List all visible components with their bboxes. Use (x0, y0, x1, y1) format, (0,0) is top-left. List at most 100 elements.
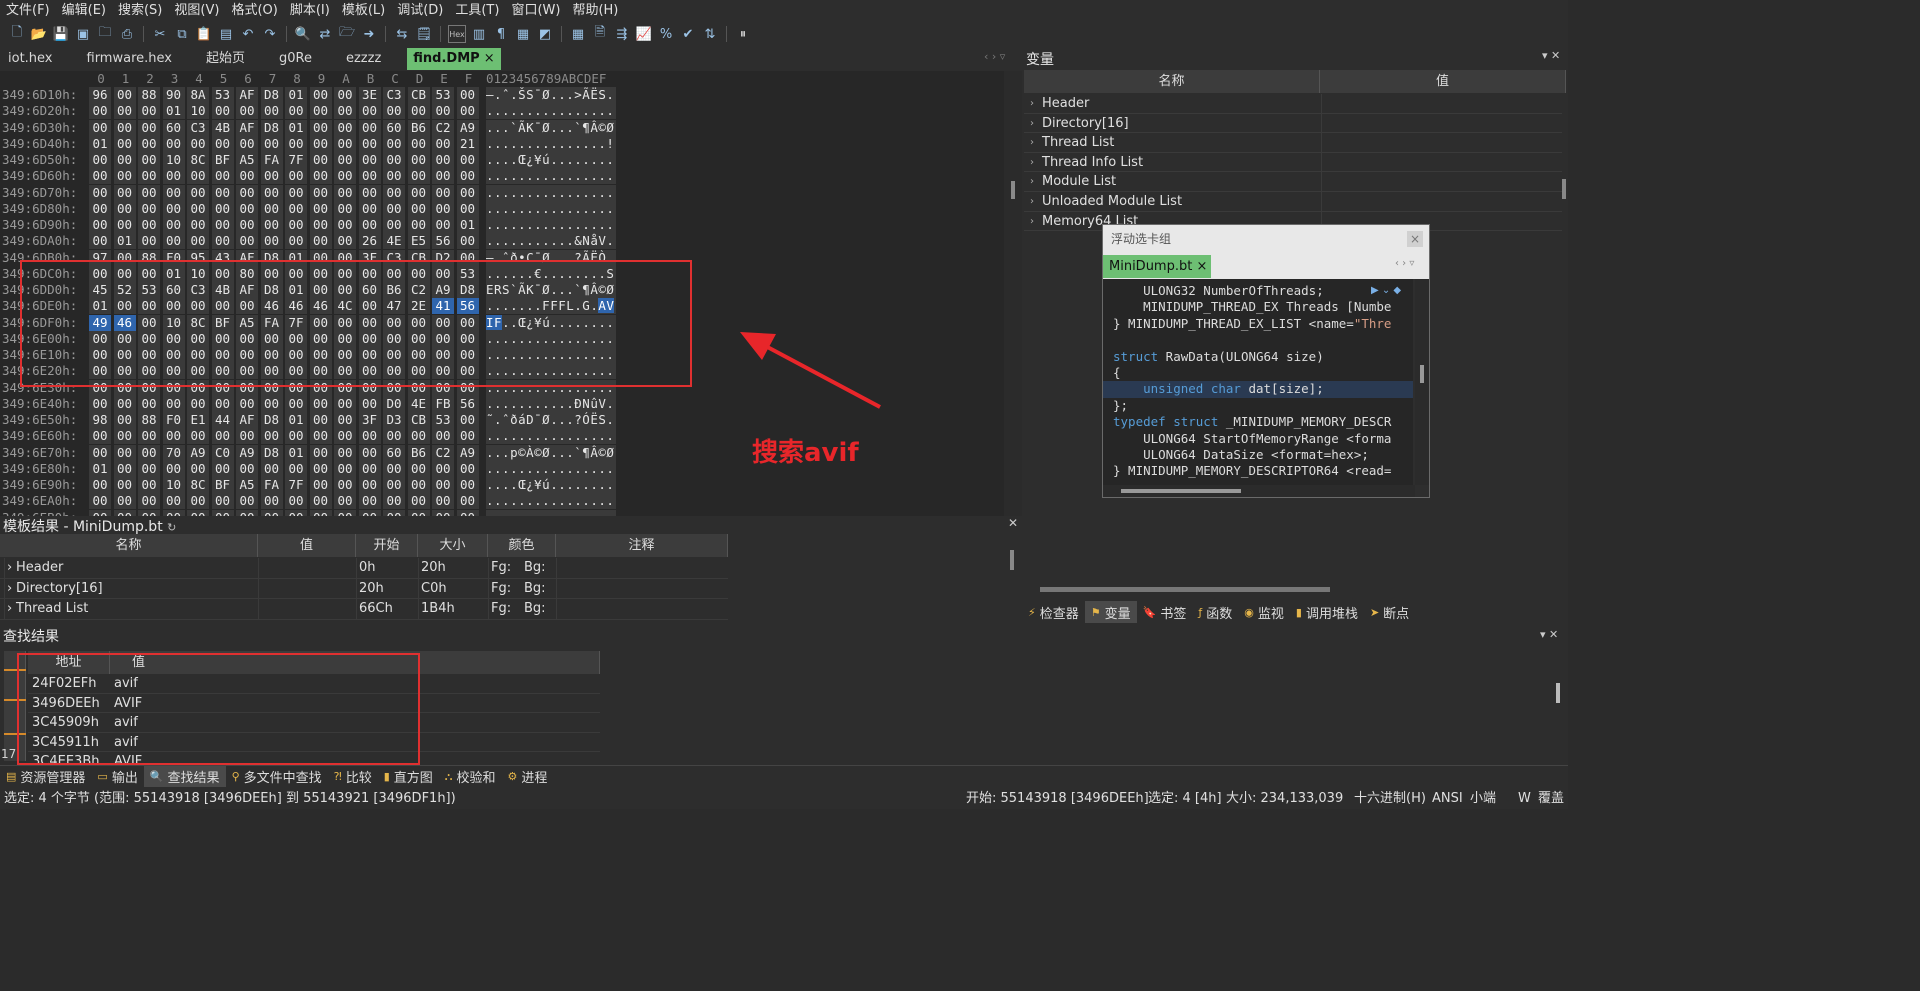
hex-byte[interactable]: 00 (260, 135, 283, 152)
hex-byte[interactable]: 00 (358, 477, 381, 494)
hex-ascii[interactable]: ................ (486, 184, 616, 201)
hex-byte[interactable]: 00 (334, 168, 356, 185)
hex-byte[interactable]: C2 (432, 444, 454, 461)
hex-byte[interactable]: 00 (383, 103, 405, 120)
hex-byte[interactable]: D8 (260, 444, 283, 461)
status-endian[interactable]: 小端 (1470, 788, 1496, 809)
var-tab[interactable]: ▮ 调用堆栈 (1290, 601, 1364, 623)
hex-byte[interactable]: A5 (236, 477, 258, 494)
menu-item[interactable]: 视图(V) (168, 0, 225, 22)
find-icon[interactable]: 🔍 (294, 25, 312, 43)
hex-byte[interactable]: 01 (89, 135, 111, 152)
hex-byte[interactable]: 00 (138, 395, 160, 412)
hex-byte[interactable]: 00 (113, 119, 136, 136)
hex-byte[interactable]: 00 (113, 184, 136, 201)
file-tab[interactable]: 起始页 (198, 48, 253, 70)
hex-ascii[interactable]: ....Œ¿¥ú........ (486, 477, 616, 494)
hex-byte[interactable]: 00 (162, 200, 185, 217)
hex-byte[interactable]: 00 (236, 233, 258, 250)
hex-byte[interactable]: 00 (236, 428, 258, 445)
hex-byte[interactable]: 00 (309, 200, 332, 217)
status-mode[interactable]: 十六进制(H) (1354, 788, 1426, 809)
hex-byte[interactable]: 00 (358, 395, 381, 412)
expand-arrow-icon[interactable]: › (1030, 133, 1034, 153)
hex-byte[interactable]: 00 (456, 103, 479, 120)
hex-byte[interactable]: 8C (187, 152, 209, 169)
hex-byte[interactable]: 00 (89, 428, 111, 445)
template-row[interactable]: › Directory[16] 20h C0h Fg: Bg: (0, 578, 728, 600)
hex-byte[interactable]: BF (211, 477, 234, 494)
hex-byte[interactable]: 00 (334, 460, 356, 477)
hex-byte[interactable]: 00 (187, 233, 209, 250)
code-toolbar-icon[interactable]: ▶ ⌄ ◆ (1371, 285, 1401, 296)
hex-byte[interactable]: 00 (285, 200, 307, 217)
hex-byte[interactable]: 00 (138, 233, 160, 250)
hex-row[interactable]: 349:6D30h: 00 00 00 60 C3 4B AF D8 01 00 00 00 60 B6 C2… (0, 119, 620, 136)
bottom-tab[interactable]: ⛬ 校验和 (439, 766, 502, 787)
hex-byte[interactable]: 4B (211, 119, 234, 136)
hex-byte[interactable]: 00 (358, 217, 381, 234)
hex-byte[interactable]: 00 (383, 428, 405, 445)
hex-byte[interactable]: 00 (236, 395, 258, 412)
expand-arrow-icon[interactable]: › (1030, 192, 1034, 212)
hex-ascii[interactable]: –.ˆ.ŠS¯Ø...>ÃËS. (486, 87, 616, 104)
find-scrollbar[interactable] (1556, 683, 1560, 703)
hex-byte[interactable]: 00 (309, 135, 332, 152)
hex-byte[interactable]: 00 (407, 477, 430, 494)
panel-menu-icon[interactable]: ▾ ✕ (1540, 628, 1558, 641)
var-tab[interactable]: 🔖 书签 (1137, 601, 1193, 623)
columns-icon[interactable]: ▦ (514, 25, 532, 43)
hex-ascii[interactable]: ................ (486, 168, 616, 185)
hex-byte[interactable]: 00 (162, 168, 185, 185)
hex-byte[interactable]: 00 (383, 493, 405, 510)
hex-byte[interactable]: 00 (260, 233, 283, 250)
expand-arrow-icon[interactable]: › (1030, 153, 1034, 173)
hex-byte[interactable]: 00 (260, 103, 283, 120)
template-row[interactable]: › Header 0h 20h Fg: Bg: (0, 558, 728, 579)
hex-byte[interactable]: 01 (285, 87, 307, 104)
hex-byte[interactable]: 01 (162, 103, 185, 120)
hex-byte[interactable]: 00 (138, 428, 160, 445)
hex-row[interactable]: 349:6D40h: 01 00 00 00 00 00 00 00 00 00 00 00 00 00 00… (0, 135, 620, 152)
hex-byte[interactable]: 00 (432, 493, 454, 510)
hex-row[interactable]: 349:6E70h: 00 00 00 70 A9 C0 A9 D8 01 00 00 00 60 B6 C2… (0, 444, 620, 461)
hex-row[interactable]: 349:6EA0h: 00 00 00 00 00 00 00 00 00 00 00 00 00 00 00… (0, 493, 620, 510)
hex-byte[interactable]: 00 (334, 152, 356, 169)
hex-byte[interactable]: 00 (309, 477, 332, 494)
hex-byte[interactable]: 00 (432, 135, 454, 152)
hex-byte[interactable]: 10 (187, 103, 209, 120)
hex-byte[interactable]: 00 (334, 395, 356, 412)
hex-byte[interactable]: 00 (309, 444, 332, 461)
template-col-header[interactable]: 值 (258, 534, 356, 557)
hex-byte[interactable]: 00 (260, 184, 283, 201)
hex-byte[interactable]: 8C (187, 477, 209, 494)
hex-byte[interactable]: 00 (407, 168, 430, 185)
run-script-icon[interactable]: ⇶ (613, 25, 631, 43)
panel-menu-icon[interactable]: ▾ ✕ (1542, 49, 1560, 62)
hex-byte[interactable]: 00 (383, 135, 405, 152)
hex-byte[interactable]: 00 (236, 217, 258, 234)
hex-byte[interactable]: 00 (236, 168, 258, 185)
pilcrow-icon[interactable]: ¶ (492, 25, 510, 43)
hex-byte[interactable]: E1 (187, 412, 209, 429)
variable-row[interactable]: › Directory[16] (1024, 113, 1562, 134)
hex-byte[interactable]: 70 (162, 444, 185, 461)
hex-byte[interactable]: 00 (285, 493, 307, 510)
hex-byte[interactable]: 10 (162, 152, 185, 169)
hex-byte[interactable]: C3 (383, 87, 405, 104)
paste-icon[interactable]: 📋 (195, 25, 213, 43)
hex-byte[interactable]: 00 (358, 444, 381, 461)
hex-byte[interactable]: F0 (162, 412, 185, 429)
hex-ascii[interactable]: ................ (486, 200, 616, 217)
hex-byte[interactable]: 00 (309, 233, 332, 250)
hex-byte[interactable]: 00 (162, 395, 185, 412)
hex-byte[interactable]: 00 (334, 119, 356, 136)
hex-byte[interactable]: 00 (432, 184, 454, 201)
status-write[interactable]: W (1518, 788, 1531, 809)
hex-byte[interactable]: 00 (211, 135, 234, 152)
hex-byte[interactable]: 00 (407, 152, 430, 169)
hex-byte[interactable]: 00 (138, 168, 160, 185)
hex-byte[interactable]: 00 (432, 460, 454, 477)
hex-byte[interactable]: 96 (89, 87, 111, 104)
hex-byte[interactable]: 00 (113, 168, 136, 185)
